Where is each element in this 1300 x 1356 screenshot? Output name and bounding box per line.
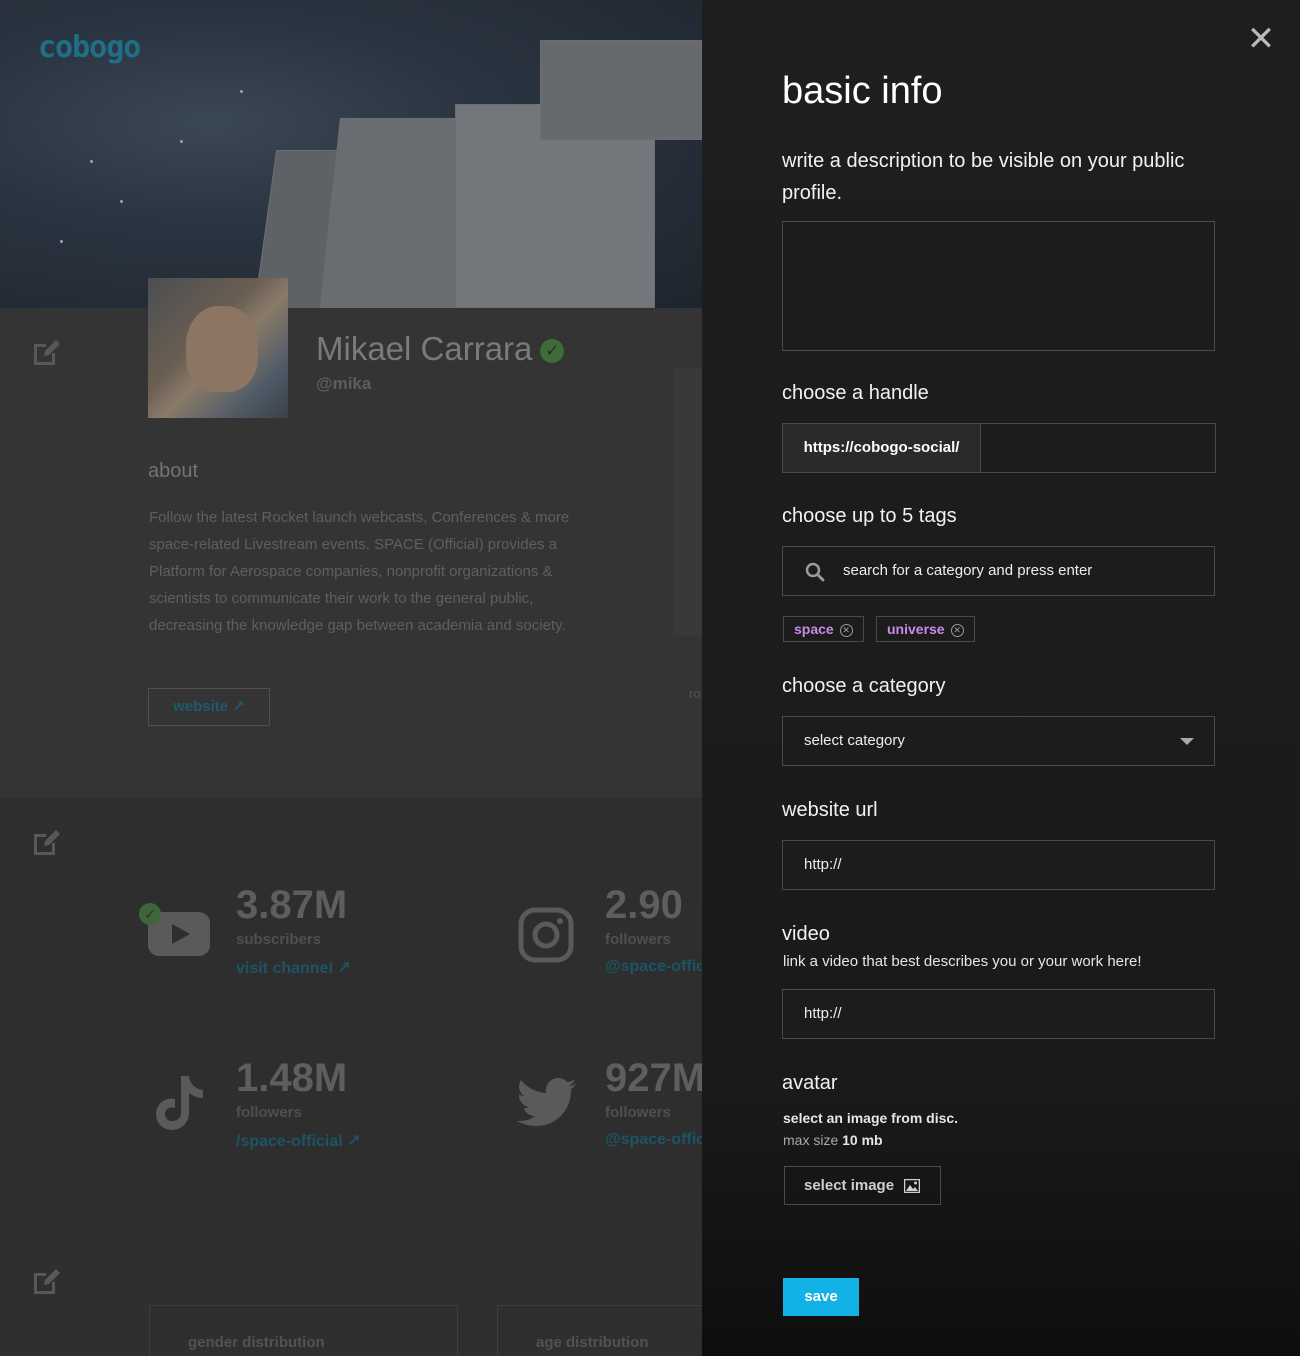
website-label: website url	[782, 799, 878, 821]
category-select-value: select category	[804, 732, 905, 749]
website-button[interactable]: website ↗	[148, 688, 270, 726]
max-size-value: 10 mb	[842, 1132, 883, 1148]
tags-label: choose up to 5 tags	[782, 505, 957, 527]
tag-label: universe	[887, 621, 945, 637]
card-title: age distribution	[536, 1334, 649, 1351]
tag-chip: universe ✕	[876, 616, 975, 642]
avatar-max-size: max size 10 mb	[783, 1132, 883, 1148]
stat-instagram: 2.90 followers @space-offic	[605, 885, 702, 976]
stat-link[interactable]: @space-offic	[605, 1131, 702, 1149]
max-size-prefix: max size	[783, 1132, 839, 1148]
gender-distribution-card: gender distribution	[149, 1305, 458, 1356]
remove-tag-icon[interactable]: ✕	[950, 624, 964, 637]
star	[60, 240, 63, 243]
select-image-label: select image	[804, 1177, 895, 1194]
drawer-title: basic info	[782, 70, 943, 112]
chevron-down-icon	[1180, 738, 1194, 745]
video-url-input[interactable]: http://	[782, 989, 1215, 1039]
profile-name: Mikael Carrara ✓	[316, 330, 565, 368]
select-image-button[interactable]: select image	[784, 1166, 941, 1205]
video-hint: link a video that best describes you or …	[783, 953, 1142, 970]
verified-icon: ✓	[540, 339, 565, 363]
stat-value: 1.48M	[236, 1056, 348, 1100]
avatar	[148, 278, 288, 418]
image-icon	[904, 1179, 920, 1193]
description-label: write a description to be visible on you…	[782, 150, 1185, 204]
stat-label: followers	[605, 931, 671, 948]
avatar-face	[186, 306, 258, 392]
age-distribution-card: age distribution	[497, 1305, 702, 1356]
external-link-icon: ↗	[232, 698, 245, 715]
video-label: video	[782, 923, 830, 945]
stat-link-text: visit channel	[236, 960, 333, 977]
edit-icon[interactable]	[30, 1265, 62, 1297]
avatar-hint: select an image from disc.	[783, 1110, 959, 1126]
stat-value: 3.87M	[236, 883, 348, 927]
category-label: choose a category	[782, 675, 946, 697]
stat-label: subscribers	[236, 931, 322, 948]
card-title: gender distribution	[188, 1334, 325, 1351]
tiktok-icon	[156, 1076, 203, 1130]
tag-chip: space ✕	[783, 616, 864, 642]
edit-icon[interactable]	[30, 826, 62, 858]
side-card	[673, 368, 702, 636]
close-icon[interactable]: ✕	[1246, 22, 1276, 56]
about-heading: about	[148, 460, 199, 482]
save-button[interactable]: save	[783, 1278, 859, 1316]
website-button-label: website	[173, 698, 229, 715]
stat-youtube: 3.87M subscribers visit channel ↗	[236, 885, 351, 978]
website-url-input[interactable]: http://	[782, 840, 1215, 890]
edit-icon[interactable]	[30, 336, 62, 368]
stat-link[interactable]: @space-offic	[605, 958, 702, 976]
about-text: Follow the latest Rocket launch webcasts…	[149, 509, 570, 634]
profile-handle: @mika	[316, 374, 372, 393]
stat-twitter: 927M followers @space-offic	[605, 1058, 702, 1149]
remove-tag-icon[interactable]: ✕	[839, 624, 853, 637]
handle-label: choose a handle	[782, 382, 929, 404]
stat-value: 2.90	[605, 885, 683, 927]
cover-panel	[540, 40, 702, 140]
stats-section	[0, 798, 702, 1236]
star	[90, 160, 93, 163]
twitter-icon	[517, 1078, 576, 1126]
partial-label: ro	[689, 686, 701, 701]
tag-search-input[interactable]: search for a category and press enter	[782, 546, 1215, 596]
star	[240, 90, 243, 93]
stat-tiktok: 1.48M followers /space-official ↗	[236, 1058, 361, 1151]
stat-link[interactable]: /space-official ↗	[236, 1131, 361, 1151]
star	[120, 200, 123, 203]
search-icon	[805, 562, 825, 582]
tag-search-placeholder: search for a category and press enter	[843, 562, 1093, 579]
stat-value: 927M	[605, 1058, 702, 1100]
stat-label: followers	[605, 1104, 671, 1121]
category-select[interactable]: select category	[782, 716, 1215, 766]
stat-label: followers	[236, 1104, 302, 1121]
profile-name-text: Mikael Carrara	[316, 330, 533, 367]
handle-field[interactable]: https://cobogo-social/	[782, 423, 1216, 473]
handle-prefix: https://cobogo-social/	[783, 424, 981, 472]
instagram-icon	[518, 907, 574, 963]
logo[interactable]: cobogo	[38, 30, 141, 65]
tag-label: space	[794, 621, 834, 637]
stat-link-text: /space-official	[236, 1133, 343, 1150]
external-link-icon: ↗	[347, 1133, 361, 1150]
avatar-label: avatar	[782, 1072, 838, 1094]
description-textarea[interactable]	[782, 221, 1215, 351]
stat-link[interactable]: visit channel ↗	[236, 958, 351, 978]
basic-info-drawer: ✕ basic info write a description to be v…	[702, 0, 1300, 1356]
external-link-icon: ↗	[337, 960, 351, 977]
verified-icon: ✓	[139, 903, 161, 925]
star	[180, 140, 183, 143]
